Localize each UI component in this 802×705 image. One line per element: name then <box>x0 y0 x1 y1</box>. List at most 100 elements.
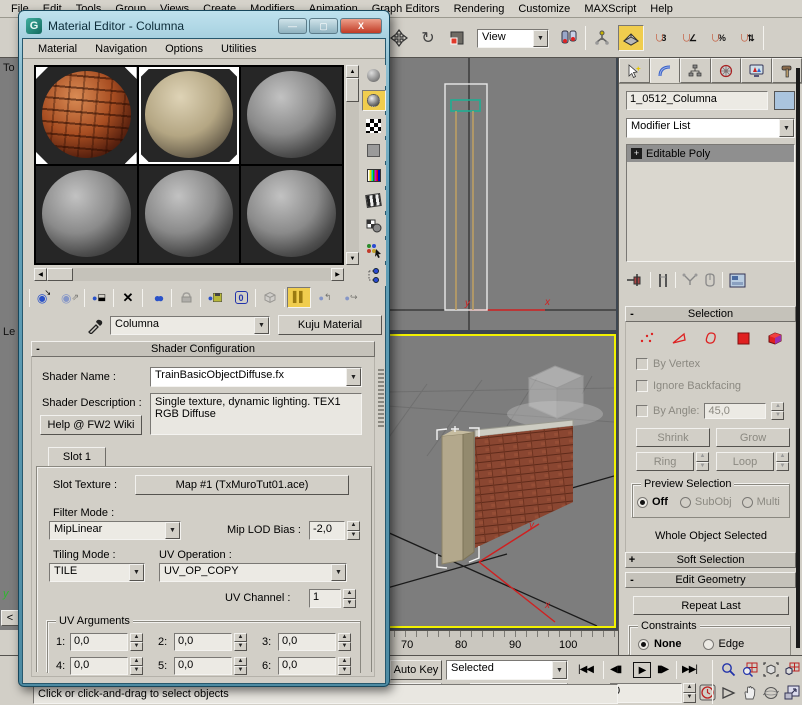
uv-arg-4-spinner[interactable]: ▲▼ <box>130 657 143 675</box>
shrink-button[interactable]: Shrink <box>636 428 710 447</box>
uv-arg-5-spinner[interactable]: ▲▼ <box>234 657 247 675</box>
play-button[interactable]: ▶ <box>633 662 651 678</box>
uv-arg-1-spinner[interactable]: ▲▼ <box>130 633 143 651</box>
select-and-rotate-icon[interactable]: ↻ <box>415 25 441 51</box>
sample-slot-3[interactable] <box>241 67 342 164</box>
stack-expand-icon[interactable]: + <box>631 148 642 159</box>
make-material-copy-icon[interactable]: ●● <box>145 287 169 308</box>
selection-set-dropdown[interactable]: Selected▼ <box>446 660 568 680</box>
sample-slot-4[interactable] <box>36 166 137 263</box>
menu-maxscript[interactable]: MAXScript <box>577 2 643 16</box>
me-menu-utilities[interactable]: Utilities <box>212 42 265 56</box>
front-viewport[interactable]: y x <box>385 58 616 330</box>
me-menu-material[interactable]: Material <box>29 42 86 56</box>
object-color-swatch[interactable] <box>774 91 795 110</box>
constraint-none-radio[interactable] <box>638 639 649 650</box>
tab-modify[interactable] <box>650 58 681 83</box>
spinner-snap-icon[interactable]: ∩⇅ <box>734 25 760 51</box>
repeat-last-button[interactable]: Repeat Last <box>633 596 789 615</box>
make-unique-icon[interactable] <box>682 273 698 287</box>
reference-coordinate-dropdown[interactable]: View▼ <box>477 29 549 48</box>
angle-snap-icon[interactable]: ∩∠ <box>676 25 702 51</box>
help-fw2-wiki-button[interactable]: Help @ FW2 Wiki <box>40 415 142 435</box>
go-forward-to-sibling-icon[interactable]: ●↪ <box>339 287 363 308</box>
loop-spinner[interactable]: ▲▼ <box>776 452 789 471</box>
uv-arg-6-spinner[interactable]: ▲▼ <box>338 657 351 675</box>
background-icon[interactable] <box>362 115 386 136</box>
get-material-icon[interactable]: ◉↘ <box>32 287 56 308</box>
tab-display[interactable] <box>741 58 772 83</box>
edge-mode-icon[interactable] <box>668 330 690 346</box>
panel-scroll-handle[interactable] <box>378 369 384 429</box>
uv-channel-field[interactable]: 1 <box>309 589 341 608</box>
pan-icon[interactable] <box>739 682 760 703</box>
zoom-extents-all-icon[interactable] <box>781 659 802 680</box>
uv-channel-spinner[interactable]: ▲▼ <box>343 589 356 608</box>
uv-operation-dropdown[interactable]: UV_OP_COPY▼ <box>159 563 347 582</box>
slot-horizontal-scrollbar[interactable]: ◀ ▶ <box>34 268 344 281</box>
perspective-viewport[interactable]: x y <box>385 334 616 628</box>
uv-arg-1-field[interactable]: 0,0 <box>70 633 128 651</box>
use-pivot-point-icon[interactable] <box>556 25 582 51</box>
remove-modifier-icon[interactable] <box>704 273 716 287</box>
zoom-all-icon[interactable] <box>739 659 760 680</box>
element-mode-icon[interactable] <box>764 330 786 346</box>
ignore-backfacing-checkbox[interactable] <box>636 380 648 392</box>
current-frame-field[interactable]: 0 <box>610 683 682 703</box>
configure-modifier-sets-icon[interactable] <box>729 273 746 288</box>
modifier-stack[interactable]: + Editable Poly <box>626 144 795 262</box>
reset-map-icon[interactable]: ✕ <box>116 287 140 308</box>
sample-slot-6[interactable] <box>241 166 342 263</box>
material-map-navigator-icon[interactable] <box>362 265 386 286</box>
preview-subobj-radio[interactable] <box>680 497 691 508</box>
go-to-start-button[interactable]: |◀◀ <box>578 664 593 675</box>
field-of-view-icon[interactable] <box>718 682 739 703</box>
close-button[interactable]: X <box>340 18 382 34</box>
mip-lod-bias-field[interactable]: -2,0 <box>309 521 345 540</box>
constraint-edge-radio[interactable] <box>703 639 714 650</box>
sample-type-icon[interactable] <box>362 65 386 86</box>
sample-slot-columna[interactable] <box>36 67 137 164</box>
make-preview-icon[interactable] <box>362 190 386 211</box>
timeline-ruler[interactable]: 70 80 90 100 <box>383 630 618 655</box>
backlight-icon[interactable] <box>362 90 386 111</box>
dropdown-arrow-icon[interactable]: ▼ <box>331 564 346 581</box>
uv-arg-3-field[interactable]: 0,0 <box>278 633 336 651</box>
tiling-mode-dropdown[interactable]: TILE▼ <box>49 563 145 582</box>
tab-create[interactable] <box>619 58 650 83</box>
grow-button[interactable]: Grow <box>716 428 790 447</box>
mip-lod-bias-spinner[interactable]: ▲▼ <box>347 521 360 540</box>
vertex-mode-icon[interactable] <box>636 330 658 346</box>
preview-multi-radio[interactable] <box>742 497 753 508</box>
dropdown-arrow-icon[interactable]: ▼ <box>254 317 269 334</box>
material-id-channel-icon[interactable]: 0 <box>229 287 253 308</box>
dropdown-arrow-icon[interactable]: ▼ <box>533 30 548 47</box>
select-by-material-icon[interactable] <box>362 240 386 261</box>
video-color-check-icon[interactable] <box>362 165 386 186</box>
show-end-result-icon[interactable] <box>657 273 669 288</box>
pick-material-eyedropper-icon[interactable] <box>87 317 104 334</box>
go-to-parent-icon[interactable]: ●↰ <box>313 287 337 308</box>
dropdown-arrow-icon[interactable]: ▼ <box>552 661 567 679</box>
minimize-button[interactable]: — <box>278 18 307 34</box>
next-frame-button[interactable]: ▮▶ <box>657 664 668 675</box>
object-name-field[interactable]: 1_0512_Columna <box>626 91 768 110</box>
sample-uv-tiling-icon[interactable] <box>362 140 386 161</box>
material-editor-window[interactable]: G Material Editor - Columna — ▢ X Materi… <box>18 10 390 687</box>
modifier-list-dropdown[interactable]: Modifier List▼ <box>626 118 795 138</box>
tab-hierarchy[interactable] <box>680 58 711 83</box>
select-and-scale-icon[interactable] <box>444 25 470 51</box>
scroll-thumb[interactable] <box>346 78 359 102</box>
dropdown-arrow-icon[interactable]: ▼ <box>346 368 361 386</box>
uv-arg-2-field[interactable]: 0,0 <box>174 633 232 651</box>
select-and-manipulate-icon[interactable] <box>589 25 615 51</box>
sample-slot-stone[interactable] <box>139 67 240 164</box>
percent-snap-icon[interactable]: ∩% <box>705 25 731 51</box>
pin-stack-icon[interactable] <box>626 273 644 287</box>
command-panel-scrollbar[interactable] <box>796 68 800 648</box>
selection-rollout-header[interactable]: - Selection <box>625 306 796 322</box>
arc-rotate-icon[interactable] <box>760 682 781 703</box>
uv-arg-2-spinner[interactable]: ▲▼ <box>234 633 247 651</box>
scroll-right-icon[interactable]: ▶ <box>331 268 344 281</box>
dropdown-arrow-icon[interactable]: ▼ <box>779 119 794 137</box>
